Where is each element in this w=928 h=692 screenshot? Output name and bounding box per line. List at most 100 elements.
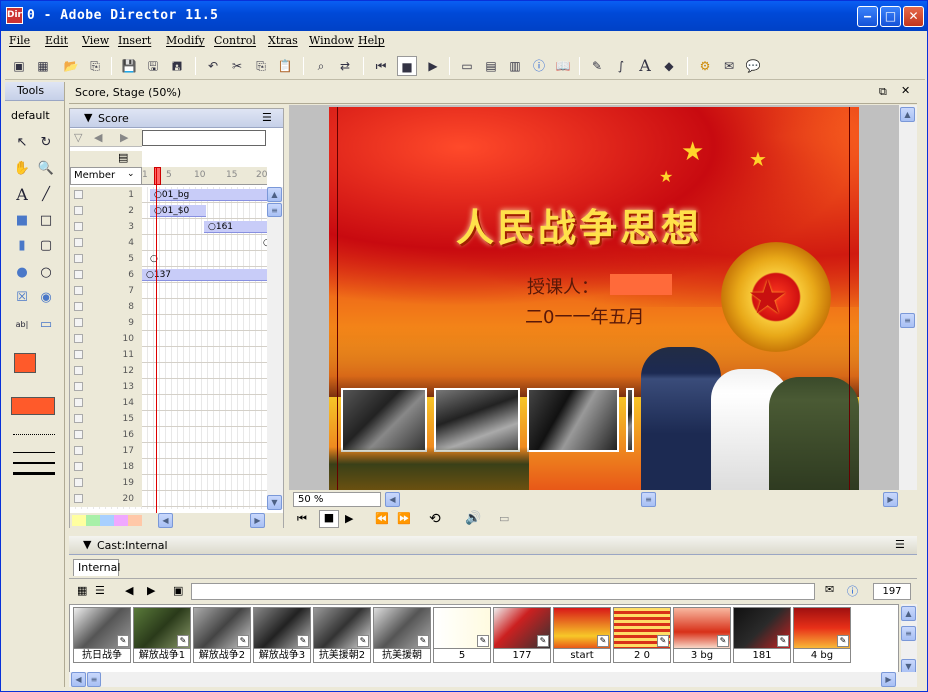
line-2px-option[interactable] xyxy=(13,462,55,464)
menu-view[interactable]: View xyxy=(82,34,109,47)
close-button[interactable]: ✕ xyxy=(903,6,924,27)
restore-panel-icon[interactable]: ⧉ xyxy=(879,85,887,99)
arrow-tool-icon[interactable]: ↖ xyxy=(12,133,32,153)
sprite-span[interactable]: ○137 xyxy=(142,269,267,281)
script-channel-icon[interactable]: ▤ xyxy=(118,151,128,164)
play-icon[interactable]: ▶ xyxy=(345,512,353,525)
save-all-icon[interactable]: 🖫 xyxy=(143,56,163,76)
radio-tool-icon[interactable]: ◉ xyxy=(36,288,56,308)
cast-options-icon[interactable]: ☰ xyxy=(895,538,905,551)
menu-help[interactable]: Help xyxy=(358,34,385,47)
paste-icon[interactable]: 📋 xyxy=(275,56,295,76)
channel-toggle[interactable] xyxy=(74,270,83,279)
next-marker-icon[interactable]: ▶ xyxy=(120,131,128,144)
text-tool-icon[interactable]: A xyxy=(12,185,32,205)
list-view-icon[interactable]: ☰ xyxy=(95,584,105,597)
library-icon[interactable]: 📖 xyxy=(553,56,573,76)
import-icon[interactable]: ⎘ xyxy=(85,56,105,76)
menu-edit[interactable]: Edit xyxy=(45,34,68,47)
channel-toggle[interactable] xyxy=(74,254,83,263)
title-bar[interactable]: Dir 0 - Adobe Director 11.5 ‒ □ ✕ xyxy=(1,1,927,31)
score-channel-row[interactable]: 13 xyxy=(70,379,267,395)
stage-scroll-thumb[interactable]: ≡ xyxy=(641,492,656,507)
cast-member[interactable]: ✎ 4 bg xyxy=(793,607,851,665)
menu-modify[interactable]: Modify xyxy=(166,34,205,47)
score-vertical-scrollbar[interactable]: ▲ ≡ ▼ xyxy=(267,187,283,510)
save-icon[interactable]: 💾 xyxy=(119,56,139,76)
score-channel-row[interactable]: 18 xyxy=(70,459,267,475)
score-channel-row[interactable]: 5 xyxy=(70,251,267,267)
text-window-icon[interactable]: A xyxy=(635,56,655,76)
prev-marker-icon[interactable]: ◀ xyxy=(94,131,102,144)
shockwave-3d-icon[interactable]: ◆ xyxy=(659,56,679,76)
find-icon[interactable]: ⌕ xyxy=(311,56,331,76)
member-info-icon[interactable]: ⓘ xyxy=(847,583,858,599)
member-number-field[interactable]: 197 xyxy=(873,583,911,600)
step-back-icon[interactable]: ⏪ xyxy=(375,512,389,525)
rotate-tool-icon[interactable]: ↻ xyxy=(36,133,56,153)
channel-toggle[interactable] xyxy=(74,478,83,487)
undo-icon[interactable]: ↶ xyxy=(203,56,223,76)
score-channel-row[interactable]: 9 xyxy=(70,315,267,331)
cast-tab-internal[interactable]: Internal xyxy=(73,559,120,576)
zoom-tool-icon[interactable]: 🔍 xyxy=(36,159,56,179)
field-tool-icon[interactable]: ab| xyxy=(12,315,32,335)
line-3px-option[interactable] xyxy=(13,472,55,475)
channel-toggle[interactable] xyxy=(74,494,83,503)
channel-toggle[interactable] xyxy=(74,238,83,247)
line-none-option[interactable] xyxy=(13,434,55,435)
cut-icon[interactable]: ✂ xyxy=(227,56,247,76)
close-panel-icon[interactable]: ✕ xyxy=(901,84,910,97)
channel-toggle[interactable] xyxy=(74,350,83,359)
stage-zoom-select[interactable]: 50 % xyxy=(293,492,381,507)
score-scroll-left-icon[interactable]: ◀ xyxy=(158,513,173,528)
channel-toggle[interactable] xyxy=(74,302,83,311)
menu-file[interactable]: File xyxy=(9,34,30,47)
next-member-icon[interactable]: ▶ xyxy=(147,584,155,597)
marker-icon[interactable]: ▽ xyxy=(74,131,82,144)
score-channel-row[interactable]: 7 xyxy=(70,283,267,299)
cast-member[interactable]: ✎ 抗美援朝 xyxy=(373,607,431,665)
menu-xtras[interactable]: Xtras xyxy=(268,34,298,47)
channel-toggle[interactable] xyxy=(74,382,83,391)
volume-icon[interactable]: 🔊 xyxy=(465,511,481,526)
stage-scroll-left-icon[interactable]: ◀ xyxy=(385,492,400,507)
vector-shape-icon[interactable]: ∫ xyxy=(611,56,631,76)
cast-horizontal-scrollbar[interactable]: ◀ ≡ ▶ xyxy=(69,672,917,687)
menu-insert[interactable]: Insert xyxy=(118,34,151,47)
prev-member-icon[interactable]: ◀ xyxy=(125,584,133,597)
channel-toggle[interactable] xyxy=(74,222,83,231)
cast-vertical-scrollbar[interactable]: ▲ ≡ ▼ xyxy=(901,604,917,676)
roundrect-tool-icon[interactable]: ▢ xyxy=(36,236,56,256)
score-channel-row[interactable]: 16 xyxy=(70,427,267,443)
paint-window-icon[interactable]: ✎ xyxy=(587,56,607,76)
message-icon[interactable]: ✉ xyxy=(719,56,739,76)
cast-window-icon[interactable]: ▤ xyxy=(481,56,501,76)
tools-preset-select[interactable]: default xyxy=(11,109,50,122)
stage-window-icon[interactable]: ▭ xyxy=(457,56,477,76)
director-app-icon[interactable]: Dir xyxy=(6,7,23,24)
score-options-icon[interactable]: ☰ xyxy=(262,111,272,124)
hand-tool-icon[interactable]: ✋ xyxy=(12,159,32,179)
minimize-button[interactable]: ‒ xyxy=(857,6,878,27)
button-tool-icon[interactable]: ▭ xyxy=(36,315,56,335)
publish-icon[interactable]: 🖪 xyxy=(167,56,187,76)
rect-tool-icon[interactable]: □ xyxy=(36,211,56,231)
document-tab-title[interactable]: Score, Stage (50%) xyxy=(75,86,181,99)
score-channel-row[interactable]: 10 xyxy=(70,331,267,347)
score-scroll-right-icon[interactable]: ▶ xyxy=(250,513,265,528)
cast-member[interactable]: ✎ 抗日战争 xyxy=(73,607,131,665)
cast-member[interactable]: ✎ start xyxy=(553,607,611,665)
score-channel-row[interactable]: 11 xyxy=(70,347,267,363)
open-folder-icon[interactable]: 📂 xyxy=(61,56,81,76)
score-channel-row[interactable]: 19 xyxy=(70,475,267,491)
score-channel-row[interactable]: 4 xyxy=(70,235,267,251)
maximize-button[interactable]: □ xyxy=(880,6,901,27)
foreground-color-swatch[interactable] xyxy=(14,353,36,373)
line-tool-icon[interactable]: ╱ xyxy=(36,185,56,205)
comments-icon[interactable]: 💬 xyxy=(743,56,763,76)
cast-member[interactable]: ✎ 2 0 xyxy=(613,607,671,665)
filled-rect-tool-icon[interactable]: ■ xyxy=(12,211,32,231)
rewind-to-start-icon[interactable]: ▭ xyxy=(499,512,509,525)
script-icon[interactable]: ⚙ xyxy=(695,56,715,76)
